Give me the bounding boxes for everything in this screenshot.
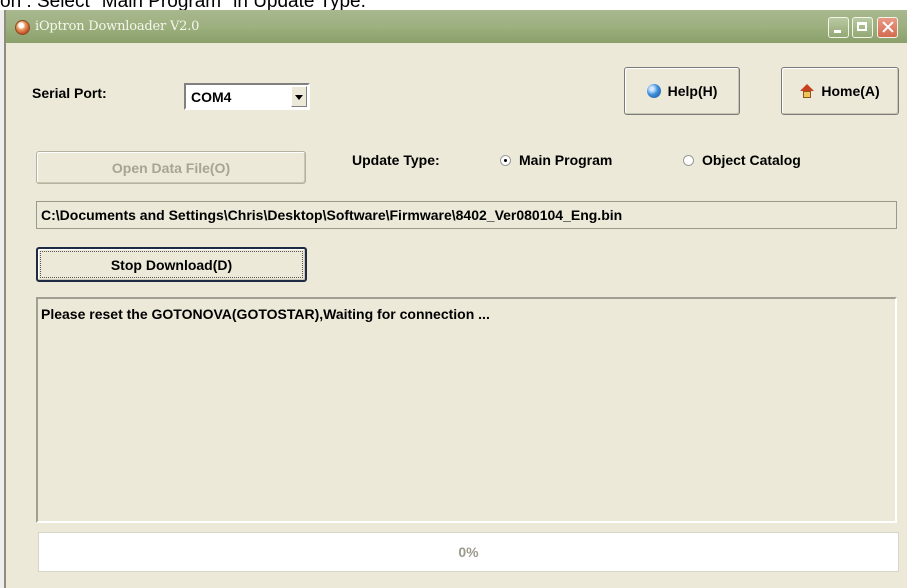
app-icon[interactable] (15, 20, 30, 35)
home-button[interactable]: Home(A) (781, 67, 899, 115)
globe-icon (646, 84, 661, 98)
help-button[interactable]: Help(H) (624, 67, 740, 115)
home-button-label: Home(A) (821, 83, 880, 99)
title-bar[interactable]: iOptron Downloader V2.0 (6, 10, 907, 43)
open-data-file-label: Open Data File(O) (111, 159, 231, 176)
stop-download-button[interactable]: Stop Download(D) (36, 247, 307, 282)
open-data-file-button[interactable]: Open Data File(O) (36, 151, 306, 184)
minimize-button[interactable] (828, 17, 849, 38)
update-type-label: Update Type: (352, 152, 440, 168)
chevron-down-icon[interactable] (291, 86, 307, 107)
progress-bar: 0% (38, 532, 899, 572)
app-window: iOptron Downloader V2.0 Serial Port: COM… (4, 10, 907, 588)
file-path-display: C:\Documents and Settings\Chris\Desktop\… (36, 201, 897, 229)
close-button[interactable] (877, 17, 898, 38)
focus-rect (40, 251, 303, 278)
help-button-label: Help(H) (667, 83, 718, 99)
main-program-radio[interactable] (500, 155, 511, 166)
object-catalog-radio[interactable] (683, 155, 694, 166)
window-title: iOptron Downloader V2.0 (35, 19, 200, 34)
maximize-button[interactable] (852, 17, 873, 38)
serial-port-label: Serial Port: (32, 85, 107, 101)
serial-port-value: COM4 (191, 89, 232, 105)
serial-port-select[interactable]: COM4 (184, 83, 310, 110)
main-program-label[interactable]: Main Program (519, 152, 612, 168)
status-log-text: Please reset the GOTONOVA(GOTOSTAR),Wait… (41, 306, 490, 322)
status-log[interactable]: Please reset the GOTONOVA(GOTOSTAR),Wait… (36, 297, 897, 523)
house-icon (800, 84, 815, 98)
file-path-text: C:\Documents and Settings\Chris\Desktop\… (41, 207, 623, 223)
object-catalog-label[interactable]: Object Catalog (702, 152, 801, 168)
progress-label: 0% (458, 544, 479, 560)
